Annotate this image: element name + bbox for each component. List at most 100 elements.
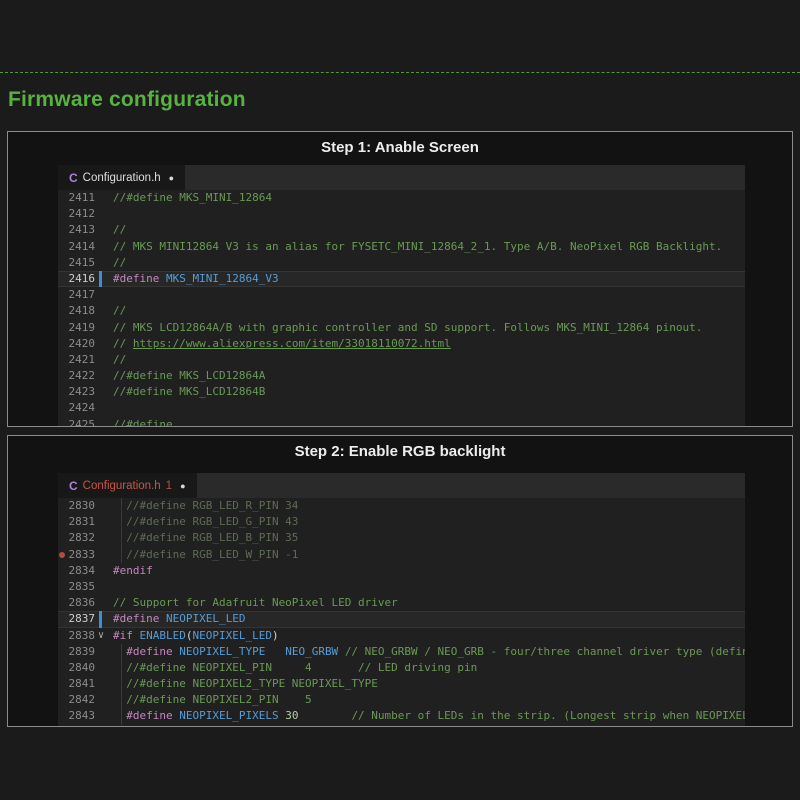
line-number: 2414 (58, 239, 113, 255)
line-number: 2416 (58, 271, 113, 287)
step-2-panel: Step 2: Enable RGB backlight C Configura… (7, 435, 793, 727)
line-number: 2835 (58, 579, 113, 595)
line-number: 2833 (58, 547, 113, 563)
line-number: 2839 (58, 644, 113, 660)
code-text (113, 579, 745, 595)
modified-dot-icon[interactable]: ● (180, 481, 185, 491)
code-text: // Support for Adafruit NeoPixel LED dri… (113, 595, 745, 611)
tab-filename: Configuration.h (83, 480, 161, 492)
code-text (113, 206, 745, 222)
code-line: 2836// Support for Adafruit NeoPixel LED… (58, 595, 745, 611)
code-line: 2841 //#define NEOPIXEL2_TYPE NEOPIXEL_T… (58, 676, 745, 692)
code-area: 2830 //#define RGB_LED_R_PIN 342831 //#d… (58, 498, 745, 725)
code-line: 2831 //#define RGB_LED_G_PIN 43 (58, 514, 745, 530)
c-language-icon: C (69, 171, 78, 185)
code-line: 2411//#define MKS_MINI_12864 (58, 190, 745, 206)
code-line: 2422//#define MKS_LCD12864A (58, 368, 745, 384)
code-text: // MKS MINI12864 V3 is an alias for FYSE… (113, 239, 745, 255)
code-text: //#define NEOPIXEL_PIN 4 // LED driving … (113, 660, 745, 676)
line-number: 2834 (58, 563, 113, 579)
fold-chevron-icon[interactable]: ∨ (98, 628, 104, 644)
code-line: 2424 (58, 400, 745, 416)
modified-line-indicator (99, 611, 102, 627)
line-number: 2419 (58, 320, 113, 336)
line-number: 2836 (58, 595, 113, 611)
code-line: 2417 (58, 287, 745, 303)
code-text: //#define RGB_LED_R_PIN 34 (113, 498, 745, 514)
dashed-divider (0, 72, 800, 73)
error-marker-icon (59, 552, 65, 558)
line-number: 2831 (58, 514, 113, 530)
line-number: 2837 (58, 611, 113, 627)
code-line: 2839 #define NEOPIXEL_TYPE NEO_GRBW // N… (58, 644, 745, 660)
code-line: 2425//#define (58, 417, 745, 426)
code-line: 2413// (58, 222, 745, 238)
code-line: 2843 #define NEOPIXEL_PIXELS 30 // Numbe… (58, 708, 745, 724)
line-number: 2424 (58, 400, 113, 416)
code-line: 2835 (58, 579, 745, 595)
step-1-heading: Step 1: Anable Screen (8, 132, 792, 156)
modified-dot-icon[interactable]: ● (169, 173, 174, 183)
line-number: 2418 (58, 303, 113, 319)
code-line: 2415// (58, 255, 745, 271)
line-number: 2421 (58, 352, 113, 368)
firmware-configuration-page: { "page": { "title": "Firmware configura… (0, 0, 800, 800)
code-text: //#define NEOPIXEL2_PIN 5 (113, 692, 745, 708)
line-number: 2841 (58, 676, 113, 692)
line-number: 2425 (58, 417, 113, 426)
code-line: 2842 //#define NEOPIXEL2_PIN 5 (58, 692, 745, 708)
code-text: // (113, 303, 745, 319)
code-line: 2834#endif (58, 563, 745, 579)
code-line: 2412 (58, 206, 745, 222)
code-text: // MKS LCD12864A/B with graphic controll… (113, 320, 745, 336)
c-language-icon: C (69, 479, 78, 493)
code-text: //#define RGB_LED_B_PIN 35 (113, 530, 745, 546)
tab-configuration-h[interactable]: C Configuration.h 1 ● (58, 473, 197, 498)
code-area: 2411//#define MKS_MINI_1286424122413//24… (58, 190, 745, 426)
line-number: 2420 (58, 336, 113, 352)
code-line: 2830 //#define RGB_LED_R_PIN 34 (58, 498, 745, 514)
code-editor-screenshot-2: C Configuration.h 1 ● 2830 //#define RGB… (58, 473, 745, 726)
code-text: #define MKS_MINI_12864_V3 (113, 271, 745, 287)
line-number: 2422 (58, 368, 113, 384)
code-text: #define NEOPIXEL_PIXELS 30 // Number of … (113, 708, 745, 724)
code-text (113, 287, 745, 303)
editor-tab-bar: C Configuration.h 1 ● (58, 473, 745, 498)
line-number: 2412 (58, 206, 113, 222)
line-number: 2832 (58, 530, 113, 546)
code-text: //#define RGB_LED_W_PIN -1 (113, 547, 745, 563)
tab-configuration-h[interactable]: C Configuration.h ● (58, 165, 185, 190)
line-number: 2830 (58, 498, 113, 514)
step-2-heading: Step 2: Enable RGB backlight (8, 436, 792, 460)
code-text: #define NEOPIXEL_TYPE NEO_GRBW // NEO_GR… (113, 644, 745, 660)
code-text (113, 400, 745, 416)
modified-line-indicator (99, 271, 102, 287)
code-text: //#define NEOPIXEL2_TYPE NEOPIXEL_TYPE (113, 676, 745, 692)
line-number: 2423 (58, 384, 113, 400)
code-text: // (113, 255, 745, 271)
tab-filename: Configuration.h (83, 172, 161, 184)
comment-link[interactable]: https://www.aliexpress.com/item/33018110… (133, 337, 451, 350)
line-number: 2842 (58, 692, 113, 708)
code-text: // https://www.aliexpress.com/item/33018… (113, 336, 745, 352)
code-line: 2416#define MKS_MINI_12864_V3 (58, 271, 745, 287)
line-number: 2411 (58, 190, 113, 206)
step-1-panel: Step 1: Anable Screen C Configuration.h … (7, 131, 793, 427)
code-line: 2832 //#define RGB_LED_B_PIN 35 (58, 530, 745, 546)
code-line: 2421// (58, 352, 745, 368)
editor-tab-bar: C Configuration.h ● (58, 165, 745, 190)
code-text: //#define RGB_LED_G_PIN 43 (113, 514, 745, 530)
code-text: // (113, 222, 745, 238)
code-line: 2419// MKS LCD12864A/B with graphic cont… (58, 320, 745, 336)
line-number: 2417 (58, 287, 113, 303)
code-text: //#define MKS_LCD12864A (113, 368, 745, 384)
code-line: 2423//#define MKS_LCD12864B (58, 384, 745, 400)
line-number: 2415 (58, 255, 113, 271)
code-text: #endif (113, 563, 745, 579)
tab-badge: 1 (166, 480, 172, 492)
line-number: 2838 (58, 628, 113, 644)
line-number: 2413 (58, 222, 113, 238)
page-title: Firmware configuration (8, 88, 246, 112)
code-line: 2833 //#define RGB_LED_W_PIN -1 (58, 547, 745, 563)
line-number: 2840 (58, 660, 113, 676)
